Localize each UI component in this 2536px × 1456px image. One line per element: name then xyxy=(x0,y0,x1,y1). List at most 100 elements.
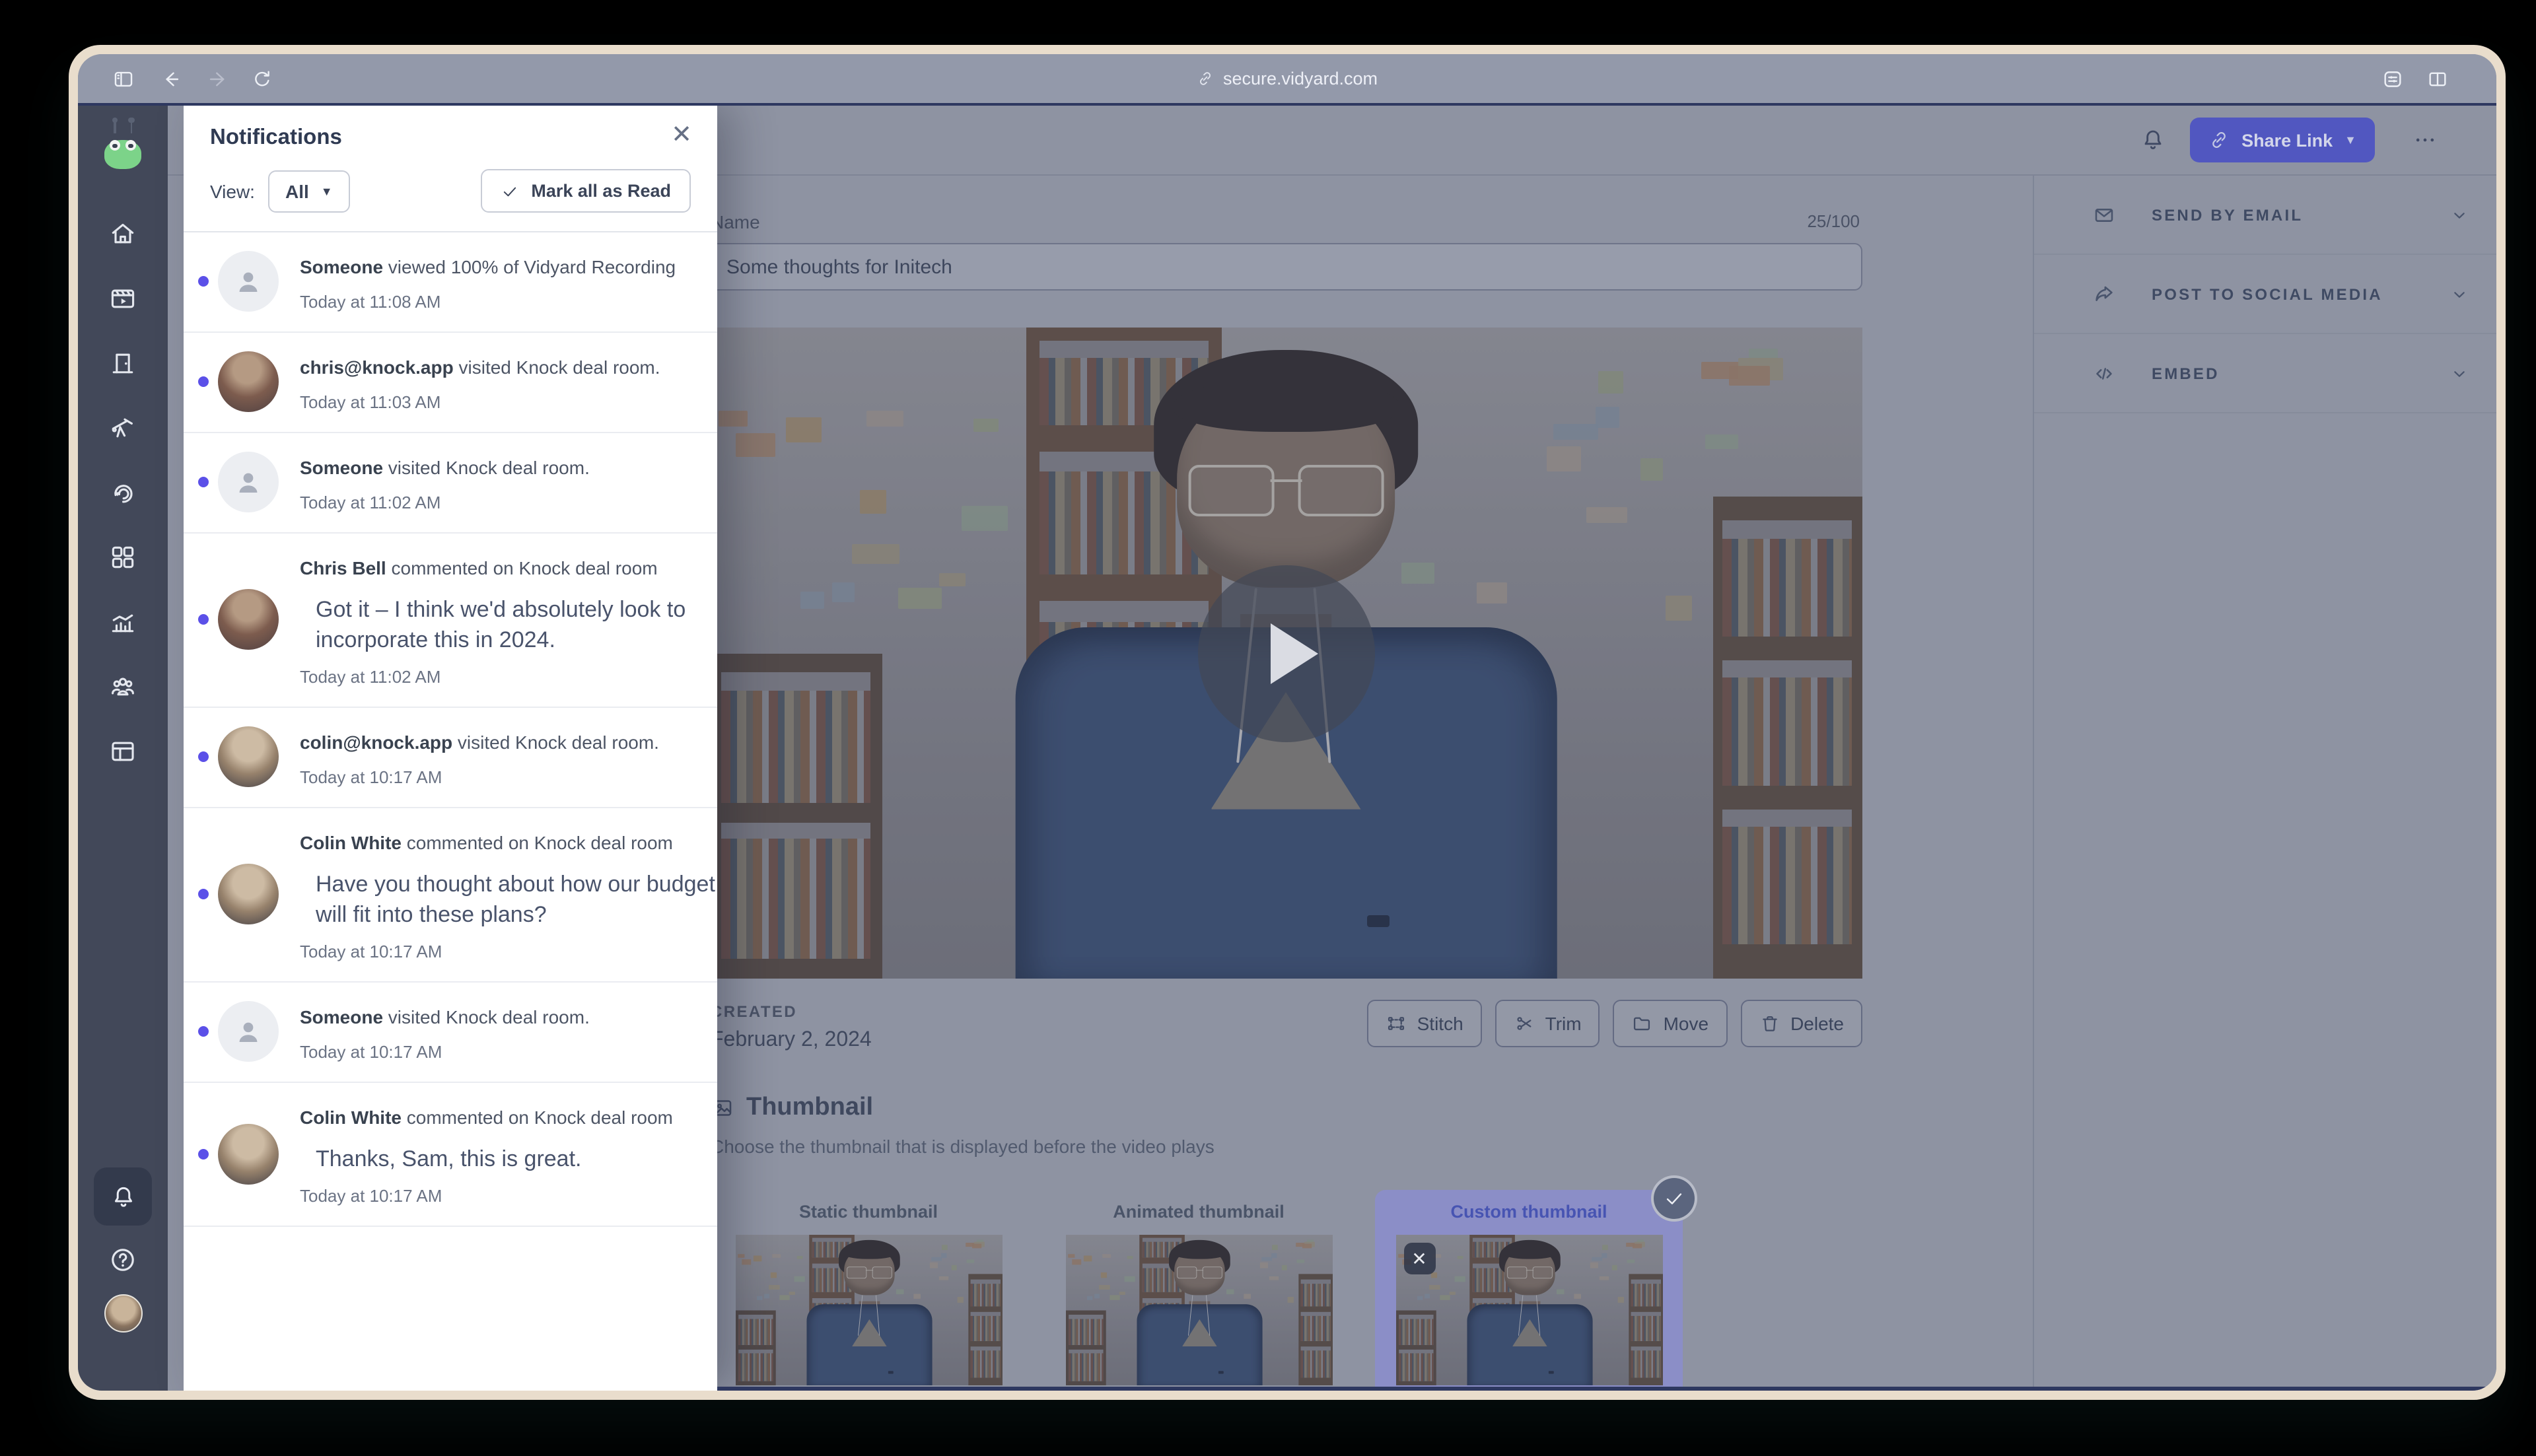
view-filter-value: All xyxy=(285,180,309,201)
help-icon[interactable] xyxy=(108,1245,137,1274)
chevron-down-icon xyxy=(2449,204,2470,225)
share-link-button[interactable]: Share Link ▼ xyxy=(2190,118,2375,162)
sidebar-item-pages-icon[interactable] xyxy=(108,737,137,766)
desktop-window-frame: secure.vidyard.com Share Link ▼ Name 25/… xyxy=(69,45,2506,1400)
notification-item[interactable]: Chris Bell commented on Knock deal room … xyxy=(184,533,717,708)
close-icon[interactable]: ✕ xyxy=(667,120,696,149)
sidebar-item-rooms-icon[interactable] xyxy=(108,349,137,378)
sidebar-bottom xyxy=(94,1167,152,1391)
avatar xyxy=(218,452,279,513)
video-action-buttons: Stitch Trim Move Delete xyxy=(1366,1000,1862,1047)
char-counter: 25/100 xyxy=(1807,211,1860,231)
browser-window: secure.vidyard.com Share Link ▼ Name 25/… xyxy=(78,54,2496,1391)
view-filter-dropdown[interactable]: All ▼ xyxy=(267,170,350,212)
scissors-icon xyxy=(1514,1013,1535,1034)
play-icon xyxy=(1270,623,1318,683)
chevron-down-icon: ▼ xyxy=(320,184,333,197)
notifications-controls: View: All ▼ Mark all as Read xyxy=(184,151,717,231)
video-frame-scene xyxy=(735,1235,1002,1385)
mark-all-read-button[interactable]: Mark all as Read xyxy=(481,169,691,213)
page-settings-icon[interactable] xyxy=(2381,67,2404,90)
thumbnail-option[interactable]: Custom thumbnail ✕ xyxy=(1375,1175,1697,1391)
share-link-label: Share Link xyxy=(2241,130,2333,150)
trash-icon xyxy=(1759,1013,1780,1034)
name-field-label: Name xyxy=(711,211,760,232)
avatar xyxy=(218,864,279,925)
sidebar-item-audience-icon[interactable] xyxy=(108,672,137,701)
address-bar[interactable]: secure.vidyard.com xyxy=(78,54,2496,103)
header-bell-icon[interactable] xyxy=(2140,127,2166,153)
vidyard-logo[interactable] xyxy=(100,117,145,172)
share-option-row[interactable]: POST TO SOCIAL MEDIA xyxy=(2034,255,2496,334)
play-button[interactable] xyxy=(1197,565,1374,742)
thumbnail-options: Static thumbnail Animated thumbnail Cust… xyxy=(715,1175,1697,1391)
notifications-header: Notifications ✕ xyxy=(184,106,717,151)
stitch-button[interactable]: Stitch xyxy=(1366,1000,1482,1047)
delete-button[interactable]: Delete xyxy=(1740,1000,1862,1047)
sidebar-nav-items xyxy=(108,219,137,766)
sidebar-item-campaigns-icon[interactable] xyxy=(108,478,137,507)
notification-item[interactable]: Colin White commented on Knock deal room… xyxy=(184,1082,717,1227)
thumbnail-option[interactable]: Animated thumbnail xyxy=(1045,1190,1353,1391)
remove-thumbnail-icon[interactable]: ✕ xyxy=(1403,1243,1435,1274)
unread-dot xyxy=(198,477,209,488)
unread-dot xyxy=(198,1026,209,1037)
nav-sidebar xyxy=(78,106,168,1391)
selected-check-badge xyxy=(1651,1175,1697,1222)
folder-icon xyxy=(1632,1013,1653,1034)
avatar xyxy=(218,351,279,413)
notifications-list: Someone viewed 100% of Vidyard Recording… xyxy=(184,231,717,1391)
sidebar-item-videos-icon[interactable] xyxy=(108,284,137,313)
user-avatar[interactable] xyxy=(104,1294,142,1333)
notification-item[interactable]: Someone visited Knock deal room. Today a… xyxy=(184,983,717,1083)
notification-item[interactable]: colin@knock.app visited Knock deal room.… xyxy=(184,708,717,808)
share-icon xyxy=(2092,282,2116,306)
thumbnail-option[interactable]: Static thumbnail xyxy=(715,1190,1022,1391)
code-icon xyxy=(2092,361,2116,385)
notification-item[interactable]: Colin White commented on Knock deal room… xyxy=(184,808,717,983)
link-icon xyxy=(2208,129,2230,151)
video-player[interactable] xyxy=(709,328,1862,979)
share-option-row[interactable]: EMBED xyxy=(2034,334,2496,413)
move-button[interactable]: Move xyxy=(1613,1000,1728,1047)
thumbnail-image: ✕ xyxy=(1395,1235,1662,1385)
video-name-input[interactable] xyxy=(709,243,1862,291)
notification-item[interactable]: chris@knock.app visited Knock deal room.… xyxy=(184,333,717,433)
sidebar-item-analytics-icon[interactable] xyxy=(108,607,137,637)
bell-icon xyxy=(109,1183,137,1210)
avatar xyxy=(218,726,279,788)
unread-dot xyxy=(198,376,209,388)
more-options-icon[interactable] xyxy=(2412,127,2438,153)
unread-dot xyxy=(198,751,209,763)
notification-item[interactable]: Someone viewed 100% of Vidyard Recording… xyxy=(184,232,717,333)
thumbnail-title-text: Thumbnail xyxy=(746,1093,874,1121)
vidyard-app: Share Link ▼ Name 25/100 Some thoughts f… xyxy=(78,106,2496,1391)
split-view-icon[interactable] xyxy=(2426,67,2449,90)
unread-dot xyxy=(198,1148,209,1160)
sidebar-item-home-icon[interactable] xyxy=(108,219,137,248)
view-label: View: xyxy=(210,180,255,201)
mark-all-read-label: Mark all as Read xyxy=(531,181,671,201)
stitch-icon xyxy=(1386,1013,1407,1034)
screen: secure.vidyard.com Share Link ▼ Name 25/… xyxy=(0,0,2536,1456)
reload-icon[interactable] xyxy=(251,67,273,90)
sidebar-toggle-icon[interactable] xyxy=(112,67,135,90)
notification-item[interactable]: Someone visited Knock deal room. Today a… xyxy=(184,433,717,534)
trim-button[interactable]: Trim xyxy=(1495,1000,1600,1047)
thumbnail-image xyxy=(735,1235,1002,1385)
sidebar-item-notifications[interactable] xyxy=(94,1167,152,1226)
thumbnail-section-title: Thumbnail xyxy=(711,1093,873,1123)
sidebar-item-integrations-icon[interactable] xyxy=(108,543,137,572)
sharing-panel: SEND BY EMAIL POST TO SOCIAL MEDIA EMBED xyxy=(2033,176,2496,1391)
video-frame-scene xyxy=(1395,1235,1662,1385)
avatar xyxy=(218,1123,279,1185)
unread-dot xyxy=(198,614,209,625)
share-option-row[interactable]: SEND BY EMAIL xyxy=(2034,176,2496,255)
chevron-down-icon xyxy=(2449,283,2470,304)
browser-toolbar: secure.vidyard.com xyxy=(78,54,2496,106)
back-icon[interactable] xyxy=(160,67,182,90)
thumbnail-subtitle: Choose the thumbnail that is displayed b… xyxy=(711,1136,1215,1157)
unread-dot xyxy=(198,276,209,287)
sidebar-item-prospector-icon[interactable] xyxy=(108,413,137,442)
created-date: February 2, 2024 xyxy=(711,1029,872,1051)
